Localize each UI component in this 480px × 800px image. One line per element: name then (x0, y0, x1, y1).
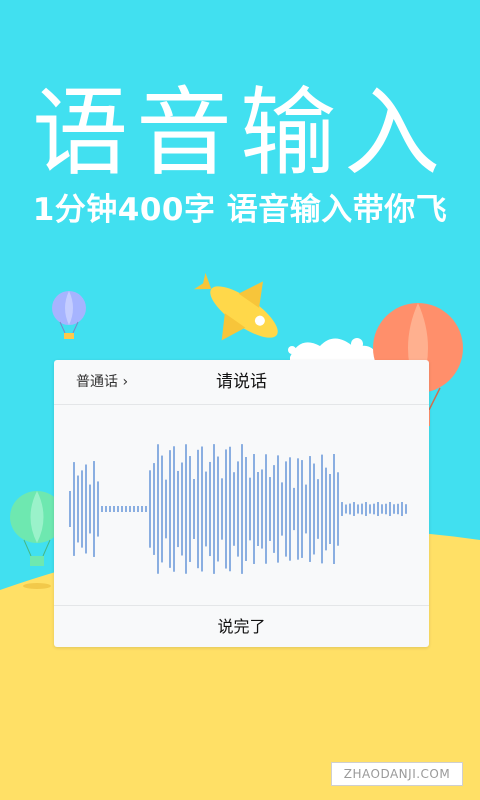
finish-speaking-button[interactable]: 说完了 (54, 605, 429, 648)
dialog-header: 普通话 › 请说话 (54, 360, 429, 405)
cloud-splash (288, 338, 380, 360)
language-selector-button[interactable]: 普通话 › (76, 372, 128, 392)
banner-subtitle: 1分钟400字 语音输入带你飞 (32, 192, 448, 228)
watermark: ZHAODANJI.COM (331, 762, 463, 786)
banner-title: 语音输入 (32, 77, 448, 189)
voice-waveform (69, 444, 407, 574)
purple-balloon-icon (52, 291, 86, 339)
voice-input-dialog: 普通话 › 请说话 说完了 (54, 360, 429, 647)
rocket-icon (194, 272, 278, 341)
